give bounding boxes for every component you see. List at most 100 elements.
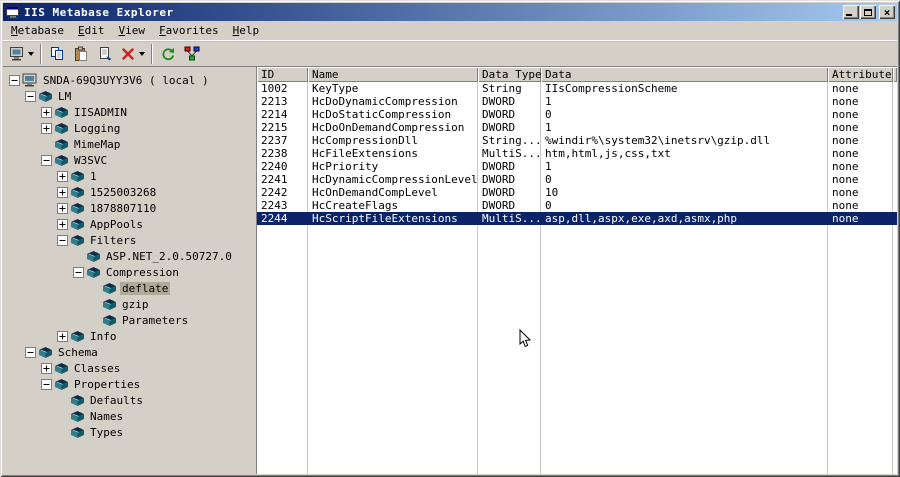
table-row-1002[interactable]: 1002 KeyType String IIsCompressionScheme non… <box>257 82 897 95</box>
expand-icon[interactable] <box>41 122 52 134</box>
table-row-2243[interactable]: 2243 HcCreateFlags DWORD 0 none <box>257 199 897 212</box>
dropdown-arrow-icon[interactable] <box>28 51 34 56</box>
connect-button[interactable] <box>7 43 36 65</box>
copy-button[interactable] <box>46 43 68 65</box>
tree-node-info[interactable]: Info <box>5 328 251 344</box>
tree-node-label: Classes <box>74 361 121 375</box>
tree-node-apppools[interactable]: AppPools <box>5 216 251 232</box>
key-node-icon <box>70 330 85 343</box>
tree-node-defaults[interactable]: Defaults <box>5 392 251 408</box>
cell-data: 1 <box>545 121 552 134</box>
table-row-2214[interactable]: 2214 HcDoStaticCompression DWORD 0 none <box>257 108 897 121</box>
permissions-button[interactable] <box>181 43 203 65</box>
key-node-icon <box>102 314 117 327</box>
tree-node-1525003268[interactable]: 1525003268 <box>5 184 251 200</box>
cell-type: String... <box>482 134 541 147</box>
tree-node-snda-69q3uyy3v6-local[interactable]: SNDA-69Q3UYY3V6 ( local ) <box>5 72 251 88</box>
tree-node-w3svc[interactable]: W3SVC <box>5 152 251 168</box>
tree-node-filters[interactable]: Filters <box>5 232 251 248</box>
tree-node-label: SNDA-69Q3UYY3V6 ( local ) <box>43 73 209 87</box>
cell-type: DWORD <box>482 95 516 108</box>
tree-node-types[interactable]: Types <box>5 424 251 440</box>
tree-node-lm[interactable]: LM <box>5 88 251 104</box>
cell-name: HcDoOnDemandCompression <box>312 121 465 134</box>
collapse-icon[interactable] <box>41 378 52 390</box>
table-row-2215[interactable]: 2215 HcDoOnDemandCompression DWORD 1 none <box>257 121 897 134</box>
tree-node-compression[interactable]: Compression <box>5 264 251 280</box>
menu-metabase[interactable]: Metabase <box>4 22 71 39</box>
key-node-icon <box>54 154 69 167</box>
collapse-icon[interactable] <box>25 346 36 358</box>
tree-node-1[interactable]: 1 <box>5 168 251 184</box>
cell-name: HcDynamicCompressionLevel <box>312 173 478 186</box>
collapse-icon[interactable] <box>25 90 36 102</box>
cell-name: HcPriority <box>312 160 379 173</box>
tree-node-iisadmin[interactable]: IISADMIN <box>5 104 251 120</box>
refresh-button[interactable] <box>157 43 179 65</box>
cell-id: 2213 <box>261 95 288 108</box>
column-header-attributes[interactable]: Attributes <box>828 67 893 82</box>
dropdown-arrow-icon[interactable] <box>139 51 145 56</box>
delete-button[interactable] <box>118 43 147 65</box>
expand-icon[interactable] <box>41 106 52 118</box>
maximize-button[interactable] <box>860 5 876 19</box>
cell-name: HcOnDemandCompLevel <box>312 186 438 199</box>
tree-node-mimemap[interactable]: MimeMap <box>5 136 251 152</box>
tree-node-classes[interactable]: Classes <box>5 360 251 376</box>
tree-node-schema[interactable]: Schema <box>5 344 251 360</box>
column-header-data-type[interactable]: Data Type <box>478 67 541 82</box>
close-icon: × <box>883 5 891 19</box>
expand-icon[interactable] <box>57 330 68 342</box>
tree-node-label: Logging <box>74 121 121 135</box>
column-header-name[interactable]: Name <box>308 67 478 82</box>
tree-node-asp-net-2-0-50727-0[interactable]: ASP.NET_2.0.50727.0 <box>5 248 251 264</box>
collapse-icon[interactable] <box>9 74 20 86</box>
minimize-button[interactable] <box>843 5 859 19</box>
tree-node-gzip[interactable]: gzip <box>5 296 251 312</box>
cell-type: String <box>482 82 522 95</box>
export-button[interactable] <box>94 43 116 65</box>
tree-node-1878807110[interactable]: 1878807110 <box>5 200 251 216</box>
tree-node-label: LM <box>58 89 72 103</box>
menu-favorites[interactable]: Favorites <box>152 22 226 39</box>
table-row-2240[interactable]: 2240 HcPriority DWORD 1 none <box>257 160 897 173</box>
menu-help[interactable]: Help <box>226 22 267 39</box>
expand-icon[interactable] <box>41 362 52 374</box>
collapse-icon[interactable] <box>57 234 68 246</box>
cell-attributes: none <box>832 121 859 134</box>
tree-node-label: ASP.NET_2.0.50727.0 <box>106 249 232 263</box>
menu-view[interactable]: View <box>111 22 152 39</box>
table-row-2237[interactable]: 2237 HcCompressionDll String... %windir%\sy… <box>257 134 897 147</box>
title-bar[interactable]: IIS Metabase Explorer × <box>3 3 897 21</box>
tree-node-label: 1 <box>90 169 97 183</box>
paste-button[interactable] <box>70 43 92 65</box>
close-button[interactable]: × <box>879 5 895 19</box>
table-row-2238[interactable]: 2238 HcFileExtensions MultiS... htm,html,js… <box>257 147 897 160</box>
properties-list: ID Name Data Type Data Attributes 1002 KeyTyp… <box>256 67 897 474</box>
refresh-icon <box>162 47 175 60</box>
main-area: SNDA-69Q3UYY3V6 ( local ) LM IISADMIN Loggi… <box>3 67 897 474</box>
pages-icon <box>100 46 112 60</box>
expand-icon[interactable] <box>57 218 68 230</box>
cell-id: 2241 <box>261 173 288 186</box>
collapse-icon[interactable] <box>41 154 52 166</box>
table-row-2244[interactable]: 2244 HcScriptFileExtensions MultiS... asp,d… <box>257 212 897 225</box>
tree-node-parameters[interactable]: Parameters <box>5 312 251 328</box>
tree-node-label: 1878807110 <box>90 201 157 215</box>
tree-node-logging[interactable]: Logging <box>5 120 251 136</box>
cell-data: IIsCompressionScheme <box>545 82 678 95</box>
table-row-2241[interactable]: 2241 HcDynamicCompressionLevel DWORD 0 none <box>257 173 897 186</box>
expand-icon[interactable] <box>57 186 68 198</box>
table-row-2213[interactable]: 2213 HcDoDynamicCompression DWORD 1 none <box>257 95 897 108</box>
menu-edit[interactable]: Edit <box>71 22 112 39</box>
expand-icon[interactable] <box>57 202 68 214</box>
table-row-2242[interactable]: 2242 HcOnDemandCompLevel DWORD 10 none <box>257 186 897 199</box>
tree-node-properties[interactable]: Properties <box>5 376 251 392</box>
tree-node-names[interactable]: Names <box>5 408 251 424</box>
key-node-icon <box>102 298 117 311</box>
tree-node-deflate[interactable]: deflate <box>5 280 251 296</box>
expand-icon[interactable] <box>57 170 68 182</box>
column-header-data[interactable]: Data <box>541 67 828 82</box>
collapse-icon[interactable] <box>73 266 84 278</box>
column-header-id[interactable]: ID <box>257 67 308 82</box>
